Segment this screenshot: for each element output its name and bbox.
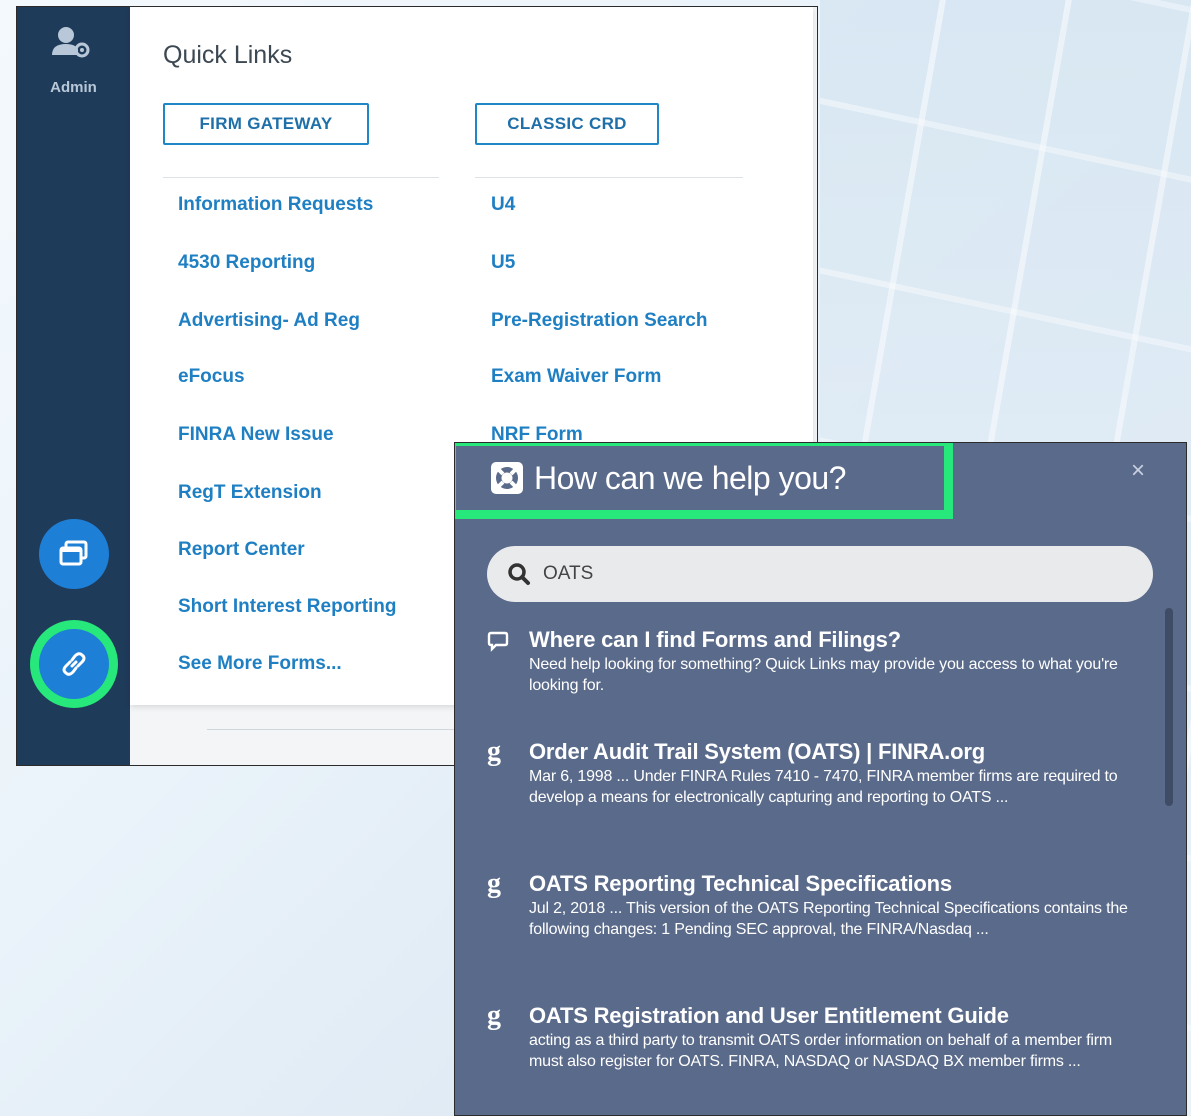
- help-header: How can we help you?: [455, 443, 953, 519]
- result-title[interactable]: Order Audit Trail System (OATS) | FINRA.…: [529, 739, 985, 765]
- divider: [475, 177, 743, 178]
- help-search-box[interactable]: [487, 546, 1153, 602]
- classic-crd-button[interactable]: CLASSIC CRD: [475, 103, 659, 145]
- google-g-icon: g: [487, 736, 501, 767]
- admin-user-gear-icon[interactable]: [51, 25, 91, 65]
- link-advertising-ad-reg[interactable]: Advertising- Ad Reg: [178, 310, 360, 332]
- scrollbar[interactable]: [1165, 608, 1173, 806]
- help-search-input[interactable]: [543, 563, 1103, 585]
- chat-bubble-icon: [487, 631, 509, 652]
- result-title[interactable]: Where can I find Forms and Filings?: [529, 627, 901, 653]
- firm-gateway-button[interactable]: FIRM GATEWAY: [163, 103, 369, 145]
- admin-label[interactable]: Admin: [17, 79, 130, 96]
- divider: [163, 177, 439, 178]
- search-icon: [508, 563, 530, 585]
- link-u4[interactable]: U4: [491, 194, 515, 216]
- result-snippet: acting as a third party to transmit OATS…: [529, 1032, 1112, 1070]
- lifebuoy-icon: [491, 462, 523, 494]
- link-icon: [62, 652, 86, 676]
- result-snippet: Mar 6, 1998 ... Under FINRA Rules 7410 -…: [529, 768, 1118, 806]
- windows-icon: [59, 540, 88, 566]
- help-title: How can we help you?: [534, 459, 846, 496]
- close-button[interactable]: ×: [1131, 457, 1145, 485]
- google-g-icon: g: [487, 868, 501, 899]
- link-4530-reporting[interactable]: 4530 Reporting: [178, 252, 315, 274]
- quick-links-button[interactable]: [39, 629, 109, 699]
- link-efocus[interactable]: eFocus: [178, 366, 245, 388]
- link-regt-extension[interactable]: RegT Extension: [178, 482, 322, 504]
- link-pre-registration-search[interactable]: Pre-Registration Search: [491, 310, 707, 332]
- result-title[interactable]: OATS Reporting Technical Specifications: [529, 871, 952, 897]
- result-snippet: Need help looking for something? Quick L…: [529, 656, 1118, 694]
- link-see-more-forms[interactable]: See More Forms...: [178, 653, 342, 675]
- link-information-requests[interactable]: Information Requests: [178, 194, 373, 216]
- sidebar: Admin: [17, 7, 130, 765]
- panel-title: Quick Links: [163, 41, 293, 69]
- link-report-center[interactable]: Report Center: [178, 539, 305, 561]
- result-title[interactable]: OATS Registration and User Entitlement G…: [529, 1003, 1009, 1029]
- windows-button[interactable]: [39, 519, 109, 589]
- help-panel: How can we help you? × Where can I find …: [454, 442, 1187, 1116]
- link-u5[interactable]: U5: [491, 252, 515, 274]
- link-short-interest-reporting[interactable]: Short Interest Reporting: [178, 596, 397, 618]
- google-g-icon: g: [487, 1000, 501, 1031]
- result-snippet: Jul 2, 2018 ... This version of the OATS…: [529, 900, 1128, 938]
- link-exam-waiver-form[interactable]: Exam Waiver Form: [491, 366, 661, 388]
- link-finra-new-issue[interactable]: FINRA New Issue: [178, 424, 334, 446]
